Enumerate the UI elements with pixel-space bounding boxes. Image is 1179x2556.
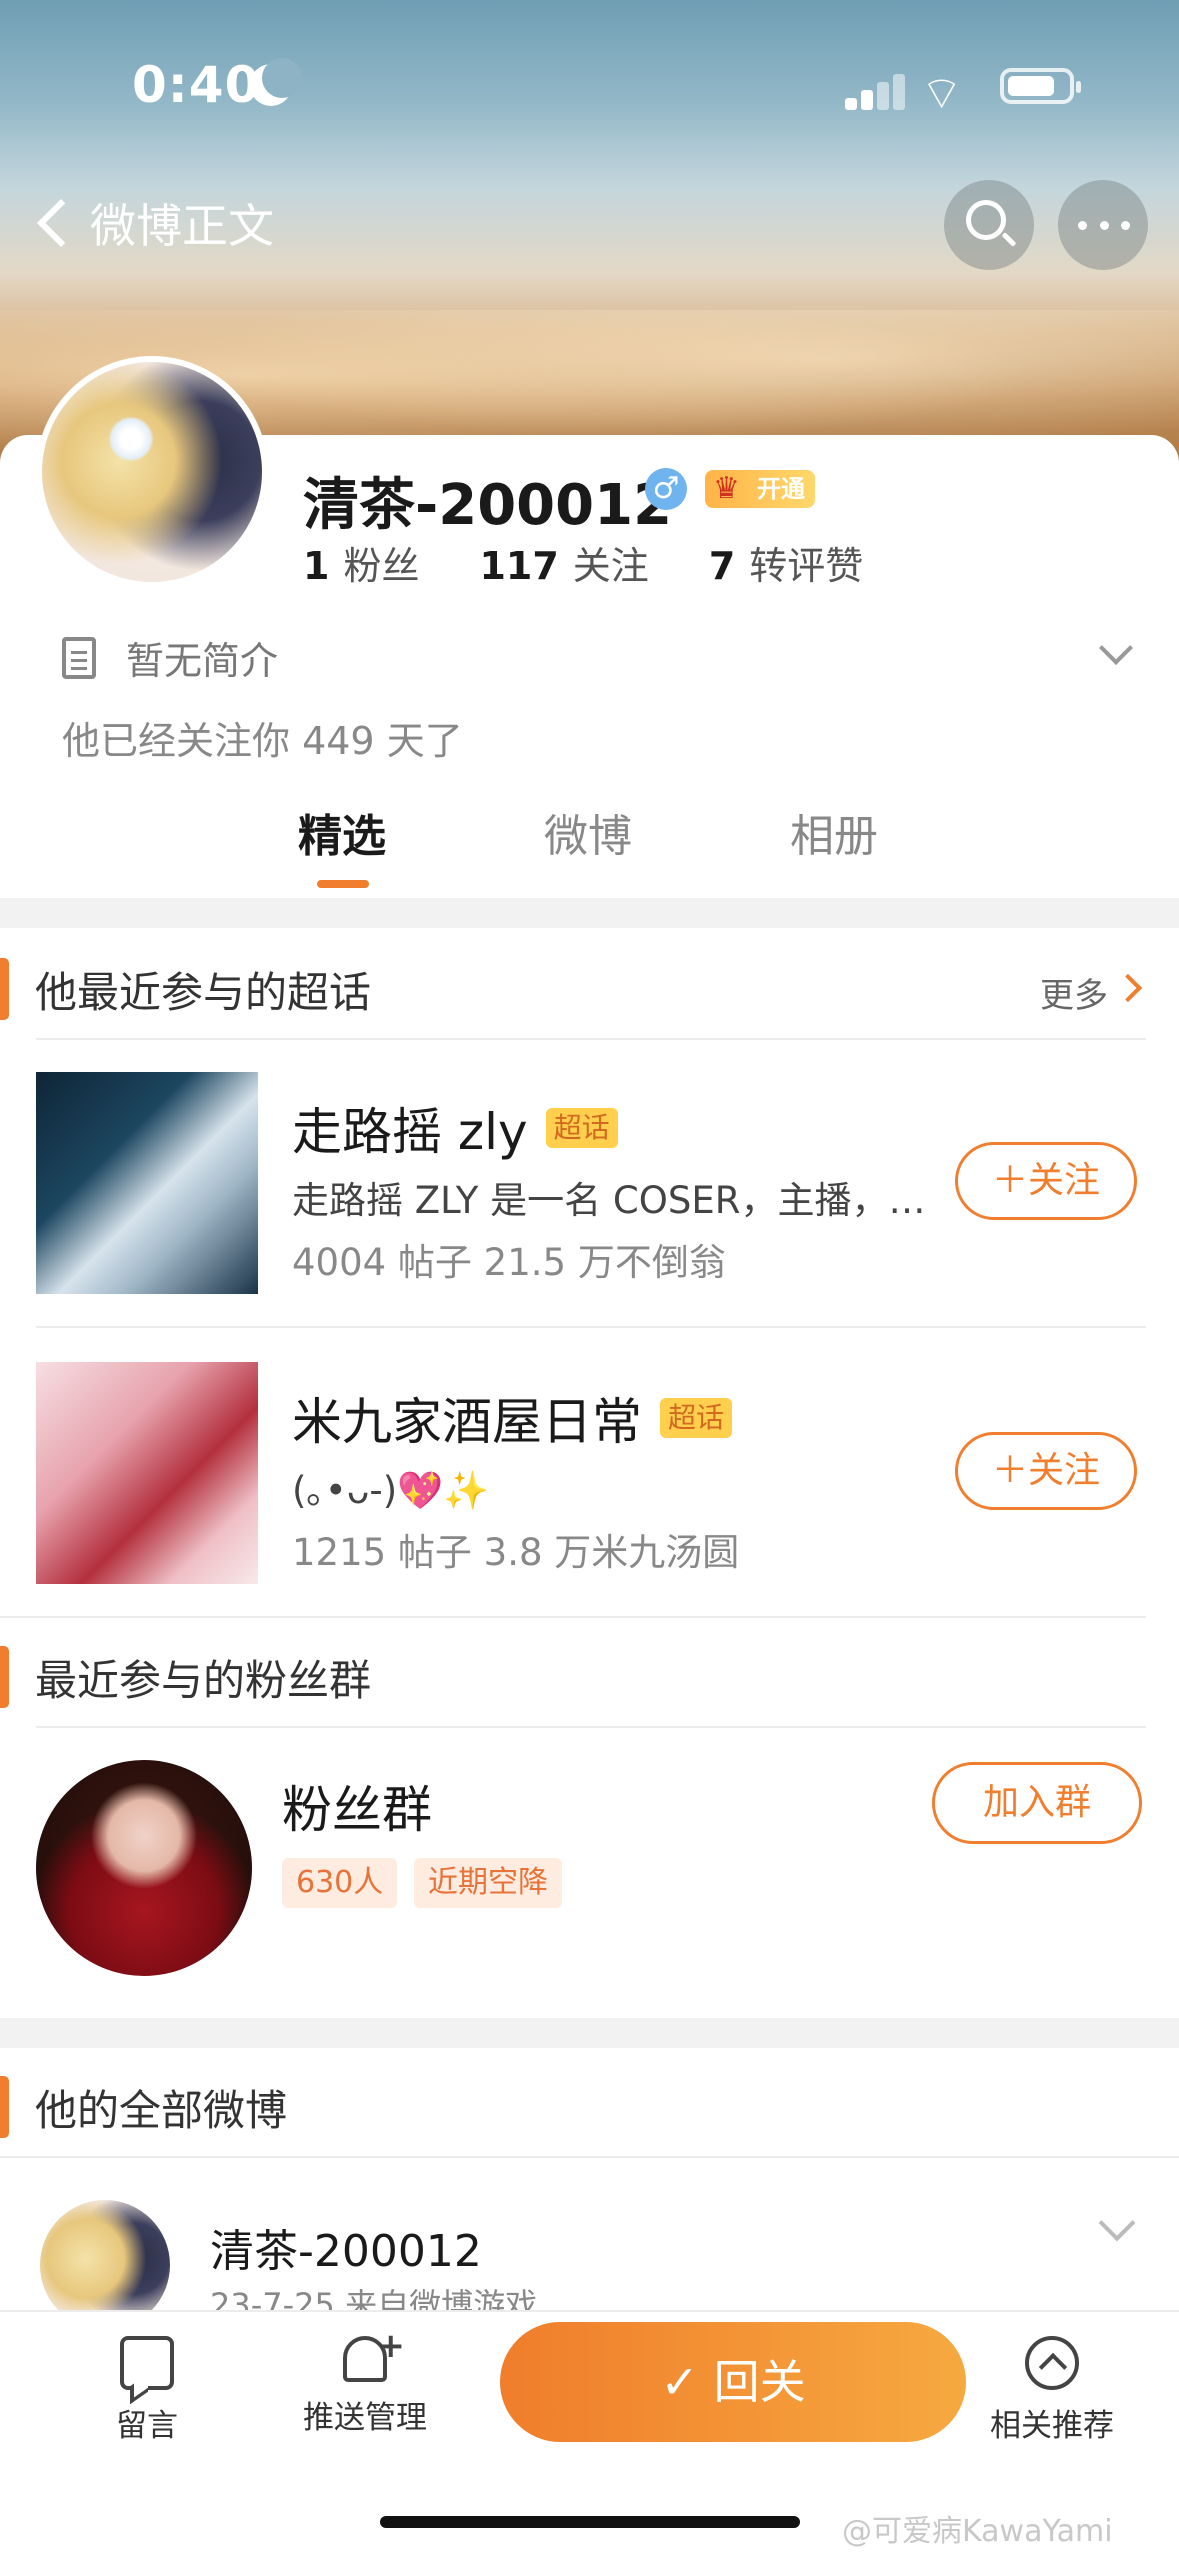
fan-groups-header: 最近参与的粉丝群 bbox=[0, 1642, 371, 1712]
tab-album[interactable]: 相册 bbox=[790, 800, 878, 864]
status-tag: 近期空降 bbox=[414, 1858, 562, 1908]
topic-meta: 1215 帖子 3.8 万米九汤圆 bbox=[292, 1531, 740, 1574]
intro-text: 暂无简介 bbox=[126, 639, 279, 683]
chevron-left-icon bbox=[36, 198, 86, 248]
follow-topic-button[interactable]: ＋关注 bbox=[955, 1432, 1137, 1510]
avatar[interactable] bbox=[36, 356, 268, 588]
member-count-tag: 630人 bbox=[282, 1858, 398, 1908]
stat-fans[interactable]: 1 粉丝 bbox=[303, 535, 419, 590]
tab-featured[interactable]: 精选 bbox=[298, 800, 386, 864]
tab-weibo[interactable]: 微博 bbox=[544, 800, 632, 864]
topic-meta: 4004 帖子 21.5 万不倒翁 bbox=[292, 1241, 726, 1284]
chevron-up-circle-icon bbox=[1025, 2336, 1079, 2390]
section-divider bbox=[0, 2018, 1179, 2048]
message-icon bbox=[120, 2336, 174, 2390]
bell-plus-icon bbox=[343, 2326, 405, 2382]
wifi-icon: ⌔ bbox=[920, 66, 964, 120]
topic-description: (｡•ᴗ-)💖✨ bbox=[292, 1469, 490, 1512]
topic-thumbnail bbox=[36, 1072, 258, 1294]
status-bar: 0:40 ⌔ bbox=[0, 50, 1179, 120]
super-topics-title: 他最近参与的超话 bbox=[35, 967, 372, 1017]
related-recommend-button[interactable]: 相关推荐 bbox=[957, 2336, 1147, 2445]
all-posts-title: 他的全部微博 bbox=[35, 2085, 288, 2135]
fan-group-name: 粉丝群 bbox=[282, 1781, 432, 1839]
vip-label: 开通 bbox=[757, 475, 805, 503]
document-icon bbox=[62, 636, 96, 679]
topic-name: 米九家酒屋日常 bbox=[292, 1393, 642, 1451]
push-settings-button[interactable]: 推送管理 bbox=[270, 2326, 460, 2437]
search-button[interactable] bbox=[944, 180, 1034, 270]
vip-open-badge[interactable]: ♛ 开通 bbox=[705, 470, 815, 508]
crown-icon: ♛ bbox=[713, 471, 740, 506]
profile-intro: 暂无简介 bbox=[62, 630, 278, 685]
chevron-right-icon bbox=[1113, 973, 1143, 1003]
stat-interactions[interactable]: 7 转评赞 bbox=[709, 535, 863, 590]
all-posts-header: 他的全部微博 bbox=[0, 2072, 287, 2142]
topic-thumbnail bbox=[36, 1362, 258, 1584]
super-topic-badge: 超话 bbox=[660, 1398, 733, 1438]
fan-groups-title: 最近参与的粉丝群 bbox=[35, 1655, 372, 1705]
follow-back-button[interactable]: ✓ 回关 bbox=[500, 2322, 966, 2442]
topic-name: 走路摇 zly bbox=[292, 1103, 528, 1161]
super-topic-item[interactable]: 米九家酒屋日常 超话 (｡•ᴗ-)💖✨ 1215 帖子 3.8 万米九汤圆 ＋关… bbox=[0, 1362, 1179, 1602]
super-topic-item[interactable]: 走路摇 zly 超话 走路摇 ZLY 是一名 COSER，主播，… 4004 帖… bbox=[0, 1072, 1179, 1312]
active-tab-indicator bbox=[317, 880, 369, 888]
username: 清茶-200012 bbox=[303, 473, 673, 538]
stat-following[interactable]: 117 关注 bbox=[479, 535, 648, 590]
join-group-button[interactable]: 加入群 bbox=[932, 1762, 1142, 1844]
battery-icon bbox=[1000, 68, 1081, 104]
moon-icon bbox=[250, 58, 302, 106]
status-time: 0:40 bbox=[132, 56, 261, 114]
topic-description: 走路摇 ZLY 是一名 COSER，主播，… bbox=[292, 1179, 926, 1222]
more-dots-icon bbox=[1078, 221, 1130, 230]
more-button[interactable] bbox=[1058, 180, 1148, 270]
profile-page: 0:40 ⌔ 微博正文 清茶-200012 ♂ ♛ 开通 1 粉丝 117 关注 7… bbox=[0, 0, 1179, 2556]
post-options-chevron-icon[interactable] bbox=[1098, 2204, 1136, 2242]
profile-stats: 1 粉丝 117 关注 7 转评赞 bbox=[303, 535, 923, 590]
follow-days-text: 他已经关注你 449 天了 bbox=[62, 719, 463, 763]
super-topic-badge: 超话 bbox=[545, 1108, 618, 1148]
male-gender-icon: ♂ bbox=[645, 468, 687, 510]
profile-tabs: 精选 微博 相册 bbox=[0, 800, 1179, 890]
more-topics-link[interactable]: 更多 bbox=[1040, 968, 1108, 1017]
back-label: 微博正文 bbox=[90, 199, 274, 253]
section-divider bbox=[0, 898, 1179, 928]
follow-topic-button[interactable]: ＋关注 bbox=[955, 1142, 1137, 1220]
search-icon bbox=[966, 200, 1006, 240]
fan-group-avatar[interactable] bbox=[36, 1760, 252, 1976]
post-author-name[interactable]: 清茶-200012 bbox=[210, 2215, 482, 2279]
home-indicator bbox=[380, 2516, 800, 2528]
back-button[interactable]: 微博正文 bbox=[30, 190, 274, 256]
super-topics-header: 他最近参与的超话 bbox=[0, 954, 371, 1024]
watermark: @可爱病KawaYami bbox=[842, 2514, 1113, 2549]
message-button[interactable]: 留言 bbox=[52, 2336, 242, 2445]
signal-icon bbox=[845, 70, 907, 110]
